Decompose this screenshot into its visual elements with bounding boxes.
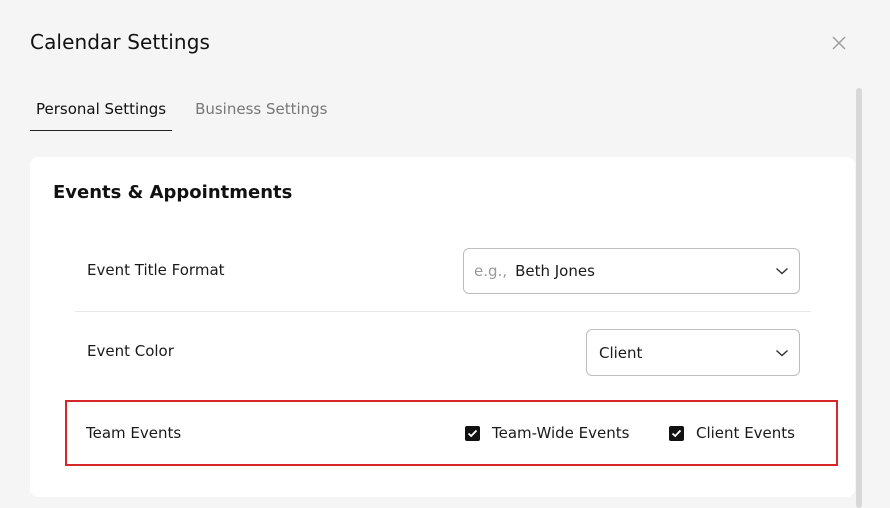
- event-color-label: Event Color: [87, 342, 174, 360]
- team-events-label: Team Events: [86, 424, 182, 442]
- settings-card: Events & Appointments Event Title Format…: [30, 157, 855, 497]
- dialog-title: Calendar Settings: [30, 30, 211, 54]
- event-title-format-value: Beth Jones: [515, 262, 595, 280]
- event-title-format-select[interactable]: e.g., Beth Jones: [463, 248, 800, 294]
- close-icon[interactable]: [830, 34, 848, 52]
- client-events-label: Client Events: [696, 424, 795, 442]
- chevron-down-icon: [776, 267, 788, 275]
- tab-personal-settings[interactable]: Personal Settings: [30, 100, 173, 131]
- row-divider: [75, 311, 811, 312]
- scrollbar[interactable]: [856, 88, 862, 508]
- event-title-format-prefix: e.g.,: [474, 262, 508, 280]
- tab-bar: Personal Settings Business Settings: [30, 100, 351, 131]
- client-events-checkbox[interactable]: Client Events: [669, 424, 795, 442]
- event-color-select[interactable]: Client: [586, 329, 800, 376]
- checkbox-checked-icon: [669, 425, 684, 441]
- section-title: Events & Appointments: [53, 182, 293, 203]
- team-wide-events-label: Team-Wide Events: [492, 424, 630, 442]
- event-color-value: Client: [599, 343, 643, 362]
- checkbox-checked-icon: [465, 425, 480, 441]
- team-wide-events-checkbox[interactable]: Team-Wide Events: [465, 424, 629, 442]
- tab-business-settings[interactable]: Business Settings: [189, 100, 333, 131]
- event-title-format-label: Event Title Format: [87, 261, 225, 279]
- chevron-down-icon: [776, 349, 788, 356]
